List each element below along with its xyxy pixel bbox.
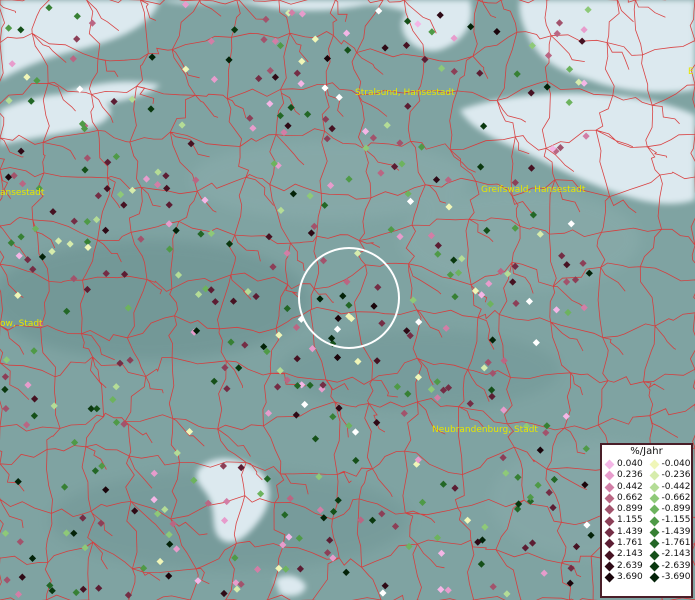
legend-rows: 0.040 -0.040 0.236 -0.236 0.442 -0.442 0.662 -0… (602, 459, 691, 583)
legend-swatch (604, 561, 615, 572)
legend-value: 0.899 (617, 504, 643, 515)
legend-swatch (604, 504, 615, 515)
legend-value: 2.143 (617, 549, 643, 560)
legend-swatch (604, 459, 615, 470)
city-label-greifswald: Greifswald, Hansestadt (481, 185, 586, 195)
legend-swatch (604, 482, 615, 493)
legend-value: 2.639 (617, 560, 643, 571)
legend-row: 1.761 -1.761 (602, 538, 691, 549)
legend-row: 0.442 -0.442 (602, 482, 691, 493)
legend-entry-positive: 0.899 (602, 504, 647, 515)
legend-swatch (649, 561, 659, 572)
city-label-neubrandenburg: Neubrandenburg, Stadt (432, 425, 538, 435)
legend-value: -1.761 (661, 538, 691, 549)
legend-entry-positive: 0.662 (602, 493, 647, 504)
legend-value: -1.155 (661, 515, 691, 526)
legend-swatch (649, 572, 659, 583)
legend-swatch (649, 493, 659, 504)
legend-row: 0.899 -0.899 (602, 504, 691, 515)
city-label-stralsund: Stralsund, Hansestadt (355, 88, 455, 98)
legend-entry-negative: -0.442 (647, 482, 692, 493)
legend-swatch (649, 550, 659, 560)
legend-entry-positive: 3.690 (602, 572, 647, 583)
legend-row: 0.040 -0.040 (602, 459, 691, 470)
legend-entry-negative: -1.155 (647, 515, 692, 527)
legend-entry-negative: -0.662 (647, 493, 692, 504)
legend-entry-negative: -1.439 (647, 527, 692, 538)
legend-value: -0.662 (661, 492, 691, 503)
legend-swatch (649, 470, 659, 481)
legend-swatch (649, 504, 659, 515)
legend-value: 0.040 (617, 459, 643, 469)
legend-swatch (649, 459, 659, 470)
legend-row: 2.143 -2.143 (602, 549, 691, 560)
legend-value: -3.690 (661, 571, 691, 582)
legend-entry-positive: 1.761 (602, 538, 647, 549)
legend-row: 1.439 -1.439 (602, 527, 691, 538)
legend-value: 1.761 (617, 538, 643, 549)
legend-value: -2.639 (661, 560, 691, 571)
legend-entry-positive: 0.236 (602, 470, 647, 481)
legend-entry-positive: 1.155 (602, 515, 647, 527)
legend-entry-positive: 0.442 (602, 482, 647, 493)
map-canvas[interactable]: Stralsund, Hansestadt Greifswald, Hanses… (0, 0, 695, 600)
legend-entry-negative: -3.690 (647, 572, 692, 583)
legend-swatch (604, 550, 615, 560)
legend-swatch (604, 572, 615, 583)
city-label-left-bottom: ow, Stadt (0, 319, 43, 329)
legend-row: 2.639 -2.639 (602, 561, 691, 572)
legend-value: -0.040 (661, 459, 691, 469)
legend: %/Jahr 0.040 -0.040 0.236 -0.236 0.442 -0.442… (600, 443, 693, 598)
legend-row: 1.155 -1.155 (602, 515, 692, 527)
legend-row: 0.662 -0.662 (602, 493, 691, 504)
legend-swatch (649, 482, 659, 493)
legend-entry-negative: -2.143 (647, 549, 692, 560)
legend-value: 0.662 (617, 492, 643, 503)
legend-swatch (604, 493, 615, 504)
legend-value: 1.439 (617, 526, 643, 537)
legend-entry-positive: 0.040 (602, 459, 647, 470)
legend-entry-negative: -2.639 (647, 561, 692, 572)
legend-row: 0.236 -0.236 (602, 470, 691, 481)
legend-swatch (649, 516, 659, 527)
legend-value: -1.439 (661, 526, 691, 537)
legend-value: 3.690 (617, 571, 643, 582)
legend-row: 3.690 -3.690 (602, 572, 691, 583)
legend-value: -0.899 (661, 504, 691, 515)
legend-entry-negative: -0.899 (647, 504, 692, 515)
legend-title: %/Jahr (630, 446, 663, 457)
legend-value: -2.143 (661, 549, 691, 560)
legend-value: -0.236 (661, 470, 691, 481)
city-label-right-edge: E (688, 67, 694, 77)
legend-value: 0.442 (617, 481, 643, 492)
legend-value: 0.236 (617, 470, 643, 481)
legend-entry-positive: 2.639 (602, 561, 647, 572)
legend-swatch (604, 527, 615, 538)
legend-value: 1.155 (617, 515, 643, 526)
legend-swatch (604, 538, 615, 549)
legend-swatch (604, 516, 615, 527)
city-label-left-top: ansestadt (0, 188, 45, 198)
legend-swatch (604, 470, 615, 481)
legend-entry-negative: -1.761 (647, 538, 692, 549)
legend-value: -0.442 (661, 481, 691, 492)
legend-swatch (649, 538, 659, 549)
legend-entry-negative: -0.236 (647, 470, 692, 481)
legend-entry-positive: 1.439 (602, 527, 647, 538)
legend-entry-positive: 2.143 (602, 549, 647, 560)
legend-swatch (649, 527, 659, 538)
legend-entry-negative: -0.040 (647, 459, 692, 470)
